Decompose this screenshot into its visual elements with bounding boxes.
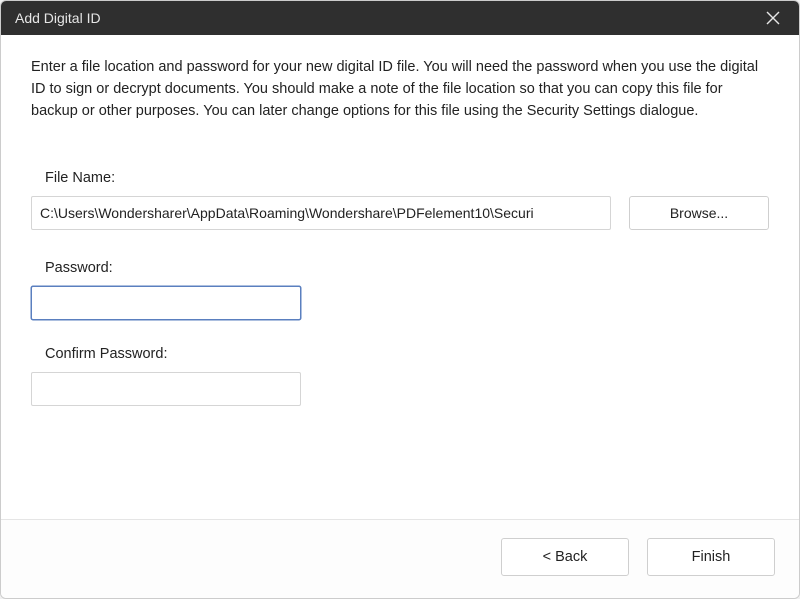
add-digital-id-dialog: Add Digital ID Enter a file location and… (0, 0, 800, 599)
browse-button[interactable]: Browse... (629, 196, 769, 230)
dialog-footer: < Back Finish (1, 519, 799, 598)
form-section: File Name: Browse... Password: Confirm P… (31, 170, 769, 432)
window-title: Add Digital ID (15, 10, 101, 26)
back-button[interactable]: < Back (501, 538, 629, 576)
file-name-label: File Name: (45, 170, 769, 186)
dialog-content: Enter a file location and password for y… (1, 35, 799, 519)
file-row: Browse... (45, 196, 769, 230)
file-name-input[interactable] (31, 196, 611, 230)
close-icon (766, 11, 780, 25)
confirm-password-label: Confirm Password: (45, 346, 769, 362)
instructions-text: Enter a file location and password for y… (31, 57, 769, 122)
close-button[interactable] (759, 4, 787, 32)
finish-button[interactable]: Finish (647, 538, 775, 576)
password-label: Password: (45, 260, 769, 276)
titlebar: Add Digital ID (1, 1, 799, 35)
password-group: Password: (45, 260, 769, 320)
password-input[interactable] (31, 286, 301, 320)
confirm-password-group: Confirm Password: (45, 346, 769, 406)
confirm-password-input[interactable] (31, 372, 301, 406)
